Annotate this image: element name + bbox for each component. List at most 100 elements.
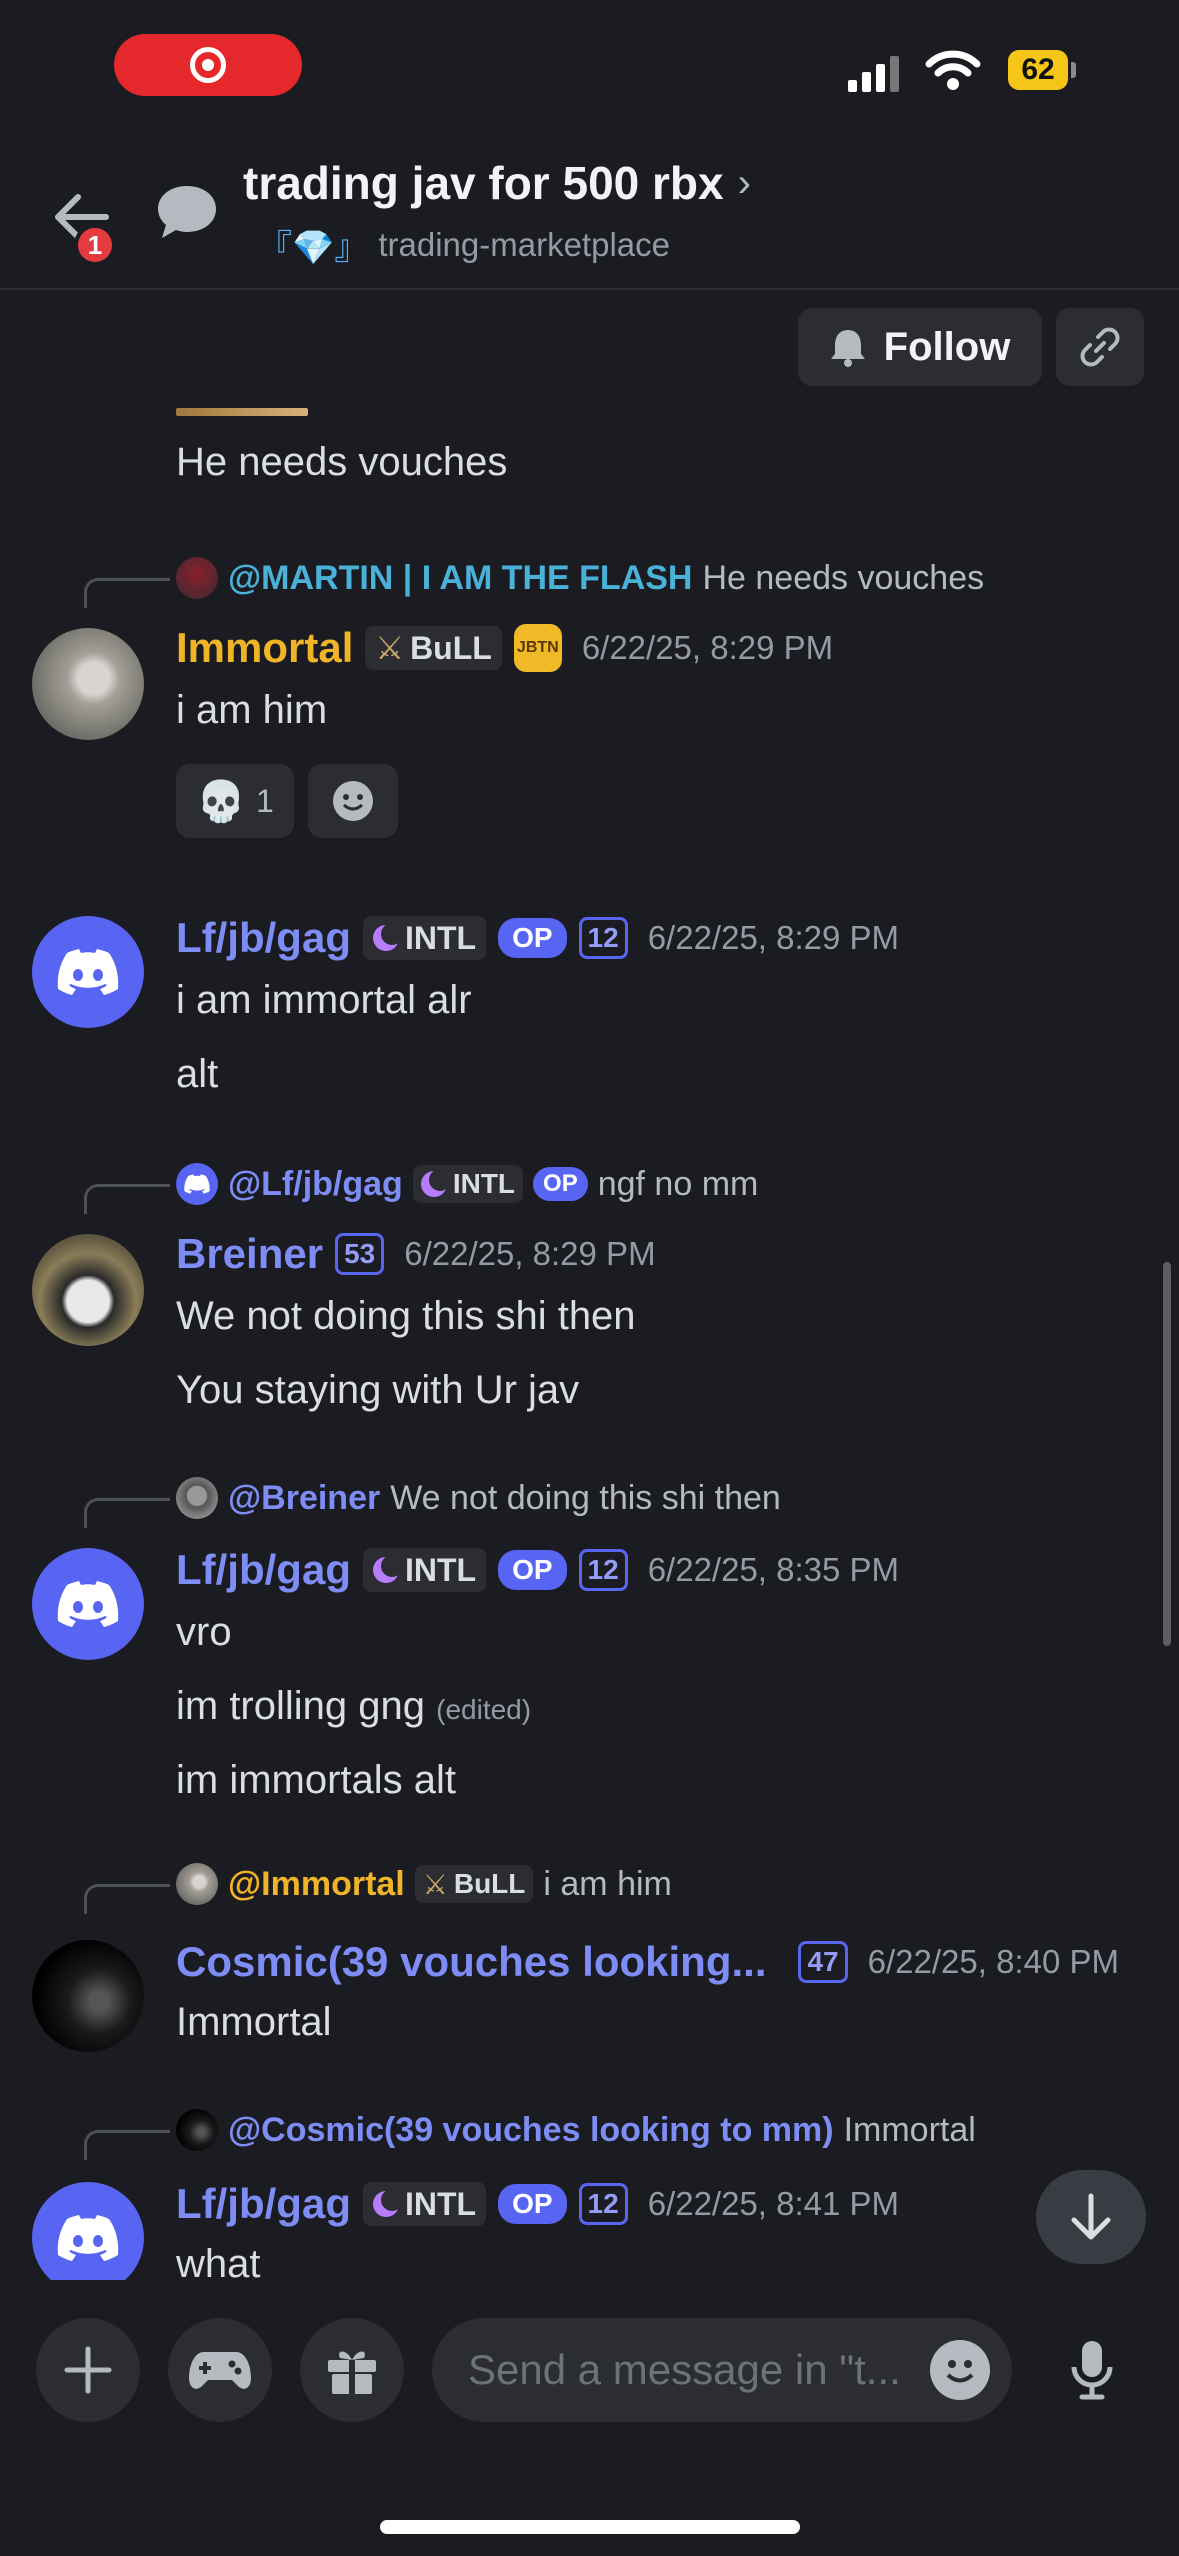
avatar[interactable] (32, 2182, 144, 2280)
reply-text: Immortal (843, 2110, 976, 2149)
activities-button[interactable] (168, 2318, 272, 2422)
author-name[interactable]: Breiner (176, 1230, 323, 1278)
reply-avatar (176, 1863, 218, 1905)
author-name[interactable]: Lf/jb/gag (176, 914, 351, 962)
thread-title[interactable]: trading jav for 500 rbx › (243, 156, 751, 210)
avatar[interactable] (32, 916, 144, 1028)
avatar[interactable] (32, 628, 144, 740)
voice-message-button[interactable] (1040, 2318, 1144, 2422)
message-input-placeholder: Send a message in "t... (468, 2346, 901, 2393)
gift-button[interactable] (300, 2318, 404, 2422)
timestamp: 6/22/25, 8:41 PM (647, 2185, 900, 2222)
moon-icon (372, 923, 403, 951)
message-text: i am him (176, 688, 328, 732)
timestamp: 6/22/25, 8:40 PM (867, 1943, 1119, 1980)
reply-avatar (176, 557, 218, 599)
reply-username: @Cosmic(39 vouches looking to mm) (228, 2110, 834, 2149)
reply-username: @Immortal (228, 1864, 405, 1903)
message-text: You staying with Ur jav (176, 1368, 580, 1412)
scrollbar[interactable] (1163, 1262, 1171, 1646)
message-text: Immortal (176, 2000, 332, 2044)
status-bar: 62 (0, 0, 1179, 140)
level-badge: 12 (578, 1549, 628, 1591)
emoji-picker-icon[interactable] (930, 2340, 990, 2400)
timestamp: 6/22/25, 8:35 PM (647, 1551, 900, 1588)
reply-connector (84, 1184, 170, 1214)
role-tag: INTL (412, 1165, 524, 1203)
reply-avatar (176, 2109, 218, 2151)
message-text: alt (176, 1052, 219, 1096)
battery-level: 62 (1008, 50, 1068, 90)
channel-name: trading-marketplace (378, 225, 670, 263)
message-header: Cosmic(39 vouches looking... 47 6/22/25,… (176, 1934, 1119, 1990)
message-input[interactable]: Send a message in "t... (432, 2318, 1012, 2422)
timestamp: 6/22/25, 8:29 PM (404, 1235, 656, 1272)
reaction-count: 1 (256, 782, 274, 819)
role-tag: ⚔ BuLL (414, 1865, 534, 1903)
thread-header: 1 trading jav for 500 rbx › 『💎』 trading-… (0, 140, 1179, 290)
sword-icon: ⚔ (422, 1868, 448, 1900)
author-name[interactable]: Lf/jb/gag (176, 2180, 351, 2228)
message-header: Lf/jb/gag INTL OP 12 6/22/25, 8:41 PM (176, 2176, 899, 2232)
author-name[interactable]: Cosmic(39 vouches looking... (176, 1938, 766, 1986)
avatar[interactable] (32, 1234, 144, 1346)
channel-prefix: 『💎』 (258, 229, 369, 267)
reply-avatar (176, 1163, 218, 1205)
battery-nub (1071, 62, 1076, 78)
discord-logo-icon (57, 2215, 119, 2261)
message-composer: Send a message in "t... (0, 2298, 1179, 2556)
thread-title-text: trading jav for 500 rbx (243, 157, 724, 209)
message-text: We not doing this shi then (176, 1294, 636, 1338)
embed-divider (176, 408, 308, 416)
reply-preview[interactable]: @Cosmic(39 vouches looking to mm) Immort… (176, 2108, 976, 2152)
attach-button[interactable] (36, 2318, 140, 2422)
thread-icon (158, 186, 216, 238)
skull-reaction[interactable]: 💀 1 (176, 764, 294, 838)
reply-preview[interactable]: @Breiner We not doing this shi then (176, 1476, 781, 1520)
home-indicator[interactable] (380, 2520, 800, 2534)
avatar[interactable] (32, 1940, 144, 2052)
arrow-down-icon (1071, 2193, 1111, 2240)
op-badge: OP (533, 1167, 588, 1201)
author-name[interactable]: Lf/jb/gag (176, 1546, 351, 1594)
add-reaction-icon (333, 781, 373, 821)
op-badge: OP (498, 1550, 567, 1590)
gamepad-icon (189, 2352, 251, 2389)
message-text: He needs vouches (176, 440, 508, 484)
reply-connector (84, 2130, 170, 2160)
unread-badge: 1 (74, 224, 116, 266)
reply-preview[interactable]: @MARTIN | I AM THE FLASH He needs vouche… (176, 556, 984, 600)
message-text: im trolling gng (edited) (176, 1684, 532, 1728)
reply-avatar (176, 1477, 218, 1519)
op-badge: OP (498, 2184, 567, 2224)
reply-preview[interactable]: @Immortal ⚔ BuLL i am him (176, 1862, 672, 1906)
role-tag: ⚔ BuLL (365, 626, 502, 670)
screen-recording-indicator[interactable] (114, 34, 302, 96)
sword-icon: ⚔ (375, 630, 405, 666)
wifi-icon (925, 50, 981, 90)
server-badge-icon: JBTN (513, 624, 562, 672)
reply-text: We not doing this shi then (390, 1478, 781, 1517)
level-badge: 12 (578, 2183, 628, 2225)
jump-to-bottom-button[interactable] (1036, 2170, 1146, 2264)
message-list[interactable]: He needs vouches @MARTIN | I AM THE FLAS… (0, 290, 1179, 2280)
level-badge: 47 (798, 1941, 848, 1983)
parent-channel[interactable]: 『💎』 trading-marketplace (258, 220, 670, 269)
timestamp: 6/22/25, 8:29 PM (647, 919, 900, 956)
add-reaction-button[interactable] (308, 764, 398, 838)
message-header: Breiner 53 6/22/25, 8:29 PM (176, 1226, 656, 1282)
reply-text: He needs vouches (702, 558, 985, 597)
reply-connector (84, 578, 170, 608)
cellular-signal-icon (848, 52, 899, 92)
role-tag: INTL (362, 2182, 487, 2226)
reply-username: @Breiner (228, 1478, 381, 1517)
reply-preview[interactable]: @Lf/jb/gag INTL OP ngf no mm (176, 1162, 758, 1206)
role-tag: INTL (362, 1548, 487, 1592)
gift-icon (328, 2351, 376, 2394)
level-badge: 53 (335, 1233, 385, 1275)
reply-username: @MARTIN | I AM THE FLASH (228, 558, 693, 597)
avatar[interactable] (32, 1548, 144, 1660)
message-text: i am immortal alr (176, 978, 472, 1022)
role-tag: INTL (362, 916, 487, 960)
author-name[interactable]: Immortal (176, 624, 353, 672)
